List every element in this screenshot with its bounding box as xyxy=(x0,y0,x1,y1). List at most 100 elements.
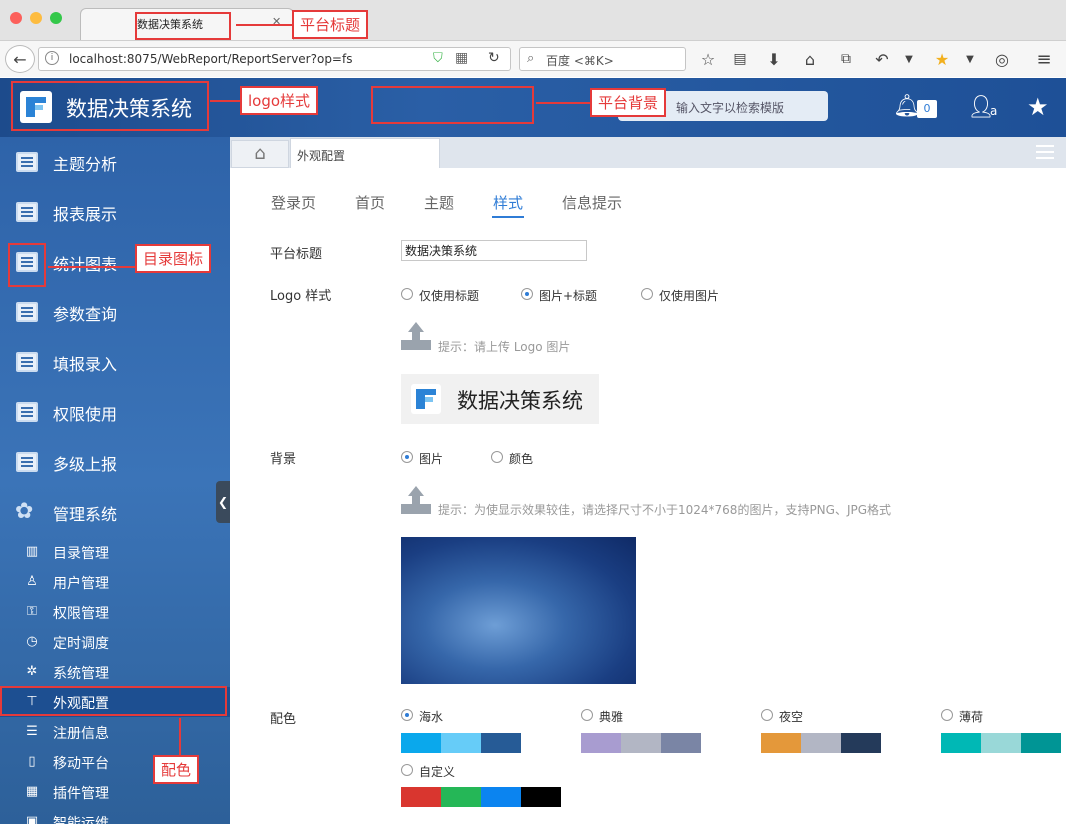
color-swatch xyxy=(621,733,661,753)
sidebar-subitem-label: 智能运维 xyxy=(53,816,109,832)
bookmark-star-icon[interactable]: ☆ xyxy=(697,46,719,72)
minimize-window-button[interactable] xyxy=(30,12,42,24)
sidebar-subitem-directory-mgmt[interactable]: ▥ 目录管理 xyxy=(0,537,230,567)
upload-logo-icon[interactable] xyxy=(401,322,431,350)
logo-option-label: 仅使用图片 xyxy=(659,289,720,303)
main-content xyxy=(230,168,1066,824)
color-swatch xyxy=(981,733,1021,753)
scheme-custom-swatches[interactable] xyxy=(401,787,561,807)
color-swatch xyxy=(441,733,481,753)
logo-title-only-radio[interactable] xyxy=(401,288,413,300)
scheme-seawater-radio[interactable] xyxy=(401,709,413,721)
scheme-mint-swatches[interactable] xyxy=(941,733,1066,753)
sync-icon[interactable]: ◎ xyxy=(991,46,1013,72)
shield-icon[interactable]: ⛉ xyxy=(433,51,443,66)
sidebar-item-report-display[interactable]: 报表展示 xyxy=(0,187,230,237)
favorites-star-icon[interactable]: ★ xyxy=(1027,93,1049,121)
scheme-elegant-radio[interactable] xyxy=(581,709,593,721)
sidebar-subitem-system-mgmt[interactable]: ✲ 系统管理 xyxy=(0,657,230,687)
chevron-down-icon[interactable]: ▼ xyxy=(902,46,916,72)
home-icon[interactable]: ⌂ xyxy=(799,46,821,72)
annotation-box-directory-icon xyxy=(8,243,46,287)
logo-option-label: 图片+标题 xyxy=(539,289,598,303)
background-color-radio[interactable] xyxy=(491,451,503,463)
scheme-elegant-swatches[interactable] xyxy=(581,733,741,753)
sidebar-subitem-label: 注册信息 xyxy=(53,726,109,742)
upload-background-icon[interactable] xyxy=(401,486,431,514)
color-swatch xyxy=(521,787,561,807)
annotation-label-color-scheme: 配色 xyxy=(153,755,200,784)
address-bar[interactable]: i localhost:8075/WebReport/ReportServer?… xyxy=(38,47,511,71)
logo-preview-title: 数据决策系统 xyxy=(457,389,583,413)
annotation-box-background xyxy=(371,86,534,124)
clock-icon: ◷ xyxy=(26,634,38,649)
tab-home-page[interactable]: 首页 xyxy=(355,192,385,213)
chevron-down-icon[interactable]: ▼ xyxy=(963,46,977,72)
tab-close-icon[interactable]: ✕ xyxy=(272,15,281,28)
user-name[interactable]: a xyxy=(990,104,997,118)
scheme-name: 夜空 xyxy=(779,710,804,724)
sidebar-subitem-registration[interactable]: ☰ 注册信息 xyxy=(0,717,230,747)
annotation-arrow xyxy=(179,718,181,755)
tab-login-page[interactable]: 登录页 xyxy=(271,192,316,213)
sidebar-item-multi-level-report[interactable]: 多级上报 xyxy=(0,437,230,487)
sidebar-item-management-system[interactable]: ✿ 管理系统 xyxy=(0,487,230,537)
color-swatch xyxy=(801,733,841,753)
reading-list-icon[interactable]: ▤ xyxy=(729,46,751,72)
annotation-arrow xyxy=(48,266,135,268)
sidebar-item-permission-use[interactable]: 权限使用 xyxy=(0,387,230,437)
download-icon[interactable]: ⬇ xyxy=(763,46,785,72)
scheme-night-sky-radio[interactable] xyxy=(761,709,773,721)
logo-image-only-radio[interactable] xyxy=(641,288,653,300)
tab-theme[interactable]: 主题 xyxy=(424,192,454,213)
hamburger-menu-icon[interactable]: ≡ xyxy=(1033,46,1055,72)
reload-icon[interactable]: ↻ xyxy=(488,50,500,66)
content-tab-appearance[interactable]: 外观配置 xyxy=(290,138,440,168)
color-swatch xyxy=(441,787,481,807)
scheme-mint-radio[interactable] xyxy=(941,709,953,721)
close-window-button[interactable] xyxy=(10,12,22,24)
logo-upload-hint: 提示：请上传 Logo 图片 xyxy=(438,340,571,354)
extension-star-icon[interactable]: ★ xyxy=(931,46,953,72)
undo-icon[interactable]: ↶ xyxy=(871,46,893,72)
color-swatch xyxy=(481,787,521,807)
sidebar-subitem-smart-ops[interactable]: ▣ 智能运维 xyxy=(0,807,230,837)
content-tab-label: 外观配置 xyxy=(297,149,346,163)
scheme-night-sky-swatches[interactable] xyxy=(761,733,921,753)
info-icon[interactable]: i xyxy=(45,51,59,65)
background-option-label: 图片 xyxy=(419,452,444,466)
scheme-name: 薄荷 xyxy=(959,710,984,724)
logo-icon xyxy=(411,384,441,414)
scheme-custom-radio[interactable] xyxy=(401,764,413,776)
sidebar-subitem-user-mgmt[interactable]: ♙ 用户管理 xyxy=(0,567,230,597)
tab-style[interactable]: 样式 xyxy=(493,192,523,213)
browser-search-input[interactable]: ⌕ 百度 <⌘K> xyxy=(519,47,686,71)
maximize-window-button[interactable] xyxy=(50,12,62,24)
sidebar-subitem-permission-mgmt[interactable]: ⚿ 权限管理 xyxy=(0,597,230,627)
color-swatch xyxy=(841,733,881,753)
screenshot-icon[interactable]: ⧉ xyxy=(835,46,857,72)
platform-title-input[interactable] xyxy=(401,240,587,261)
hamburger-menu-icon[interactable] xyxy=(1036,145,1054,159)
back-button[interactable]: ← xyxy=(5,45,35,73)
tab-info-tips[interactable]: 信息提示 xyxy=(562,192,622,213)
sidebar-subitem-label: 插件管理 xyxy=(53,786,109,802)
background-image-radio[interactable] xyxy=(401,451,413,463)
notification-badge[interactable]: 0 xyxy=(917,100,937,118)
platform-title-label: 平台标题 xyxy=(270,247,323,262)
sidebar-subitem-scheduling[interactable]: ◷ 定时调度 xyxy=(0,627,230,657)
annotation-arrow xyxy=(236,24,292,26)
list-icon: ☰ xyxy=(26,724,38,739)
home-tab-icon[interactable]: ⌂ xyxy=(231,140,289,168)
logo-image-and-title-radio[interactable] xyxy=(521,288,533,300)
collapse-sidebar-button[interactable]: ❮ xyxy=(216,481,230,523)
color-scheme-label: 配色 xyxy=(270,712,297,727)
sidebar-item-param-query[interactable]: 参数查询 xyxy=(0,287,230,337)
qr-code-icon[interactable]: ▦ xyxy=(455,50,468,66)
annotation-box-tab-title xyxy=(135,12,231,40)
sidebar-item-theme-analysis[interactable]: 主题分析 xyxy=(0,137,230,187)
key-icon: ⚿ xyxy=(27,604,37,619)
scheme-seawater-swatches[interactable] xyxy=(401,733,561,753)
sidebar-item-data-entry[interactable]: 填报录入 xyxy=(0,337,230,387)
sidebar: 主题分析 报表展示 统计图表 参数查询 填报录入 权限使用 多级上报 ✿ 管理系统… xyxy=(0,137,230,832)
